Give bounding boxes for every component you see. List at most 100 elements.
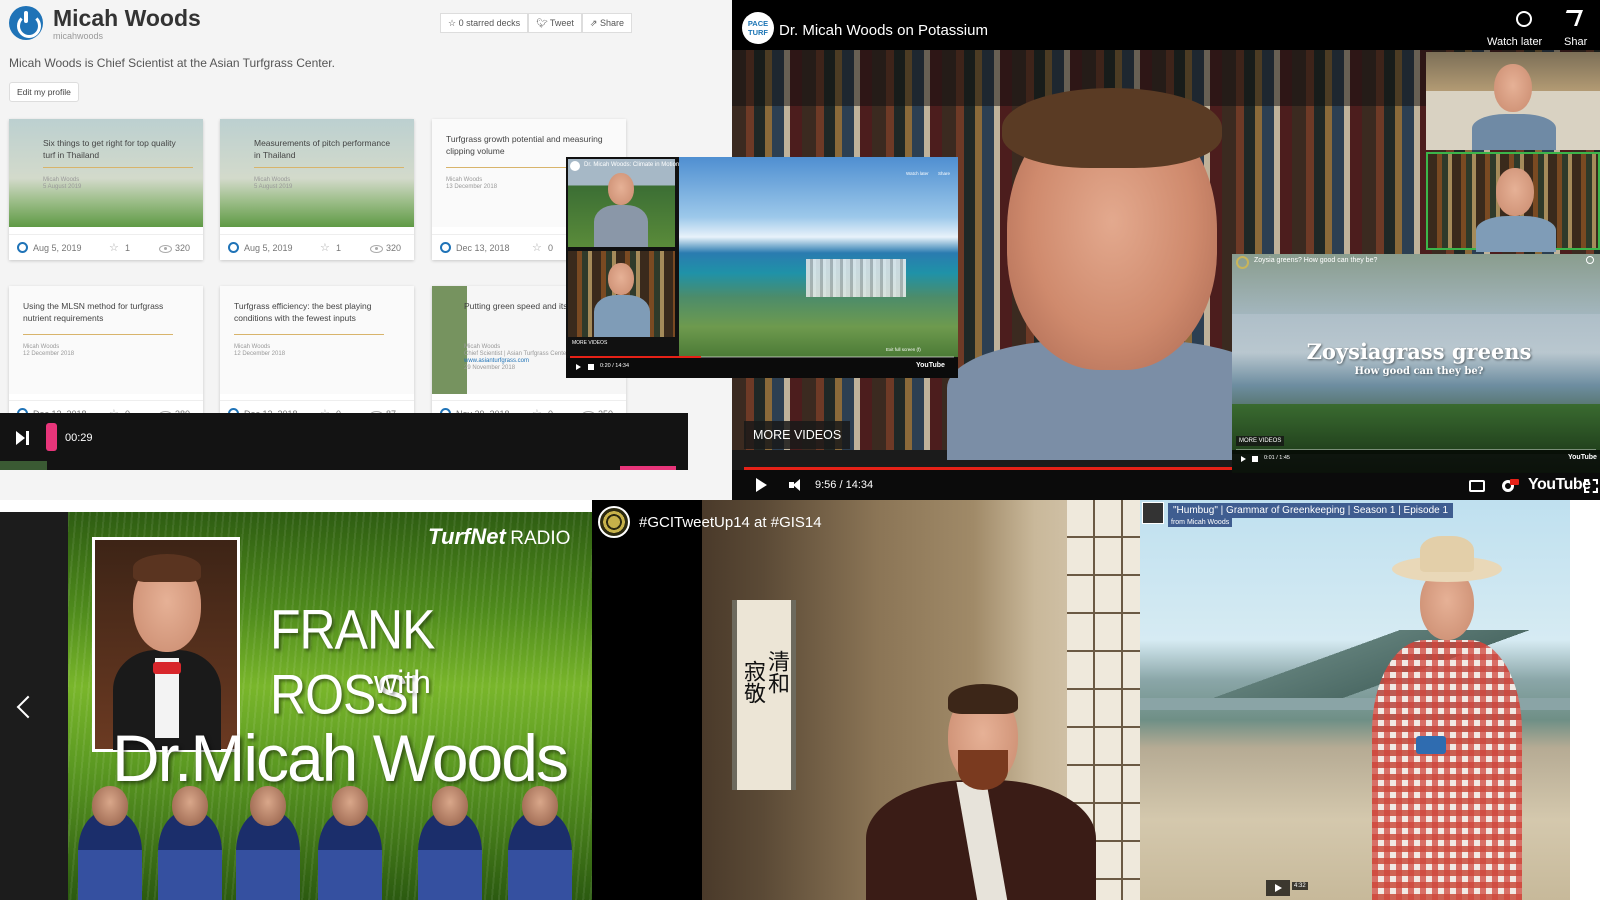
zoysia-video-player[interactable]: Zoysia greens? How good can they be? Zoy… <box>1232 254 1600 473</box>
more-videos-button[interactable]: MORE VIDEOS <box>744 421 851 449</box>
dancer-figure <box>318 786 382 900</box>
exit-fullscreen-icon[interactable] <box>1584 479 1598 493</box>
humbug-from[interactable]: from Micah Woods <box>1168 518 1233 527</box>
deck-subdate: 5 August 2019 <box>254 184 293 190</box>
gci-channel-logo[interactable] <box>598 506 630 538</box>
play-icon[interactable] <box>576 364 581 370</box>
volume-icon[interactable] <box>588 364 594 370</box>
starred-decks-button[interactable]: ☆ 0 starred decks <box>440 13 529 33</box>
deck-star-count: 0 <box>548 243 554 253</box>
share-label[interactable]: Shar <box>1564 36 1587 48</box>
profile-handle[interactable]: micahwoods <box>53 31 103 41</box>
video-title[interactable]: Dr. Micah Woods on Potassium <box>779 22 988 39</box>
deck-author: Micah Woods <box>446 177 483 183</box>
star-icon[interactable]: ☆ <box>532 241 542 254</box>
turfnet-brand: TurfNet RADIO <box>428 524 570 550</box>
views-eye-icon <box>159 245 172 253</box>
watch-later-label[interactable]: Watch later <box>906 171 929 176</box>
channel-logo-icon[interactable] <box>1236 256 1249 269</box>
deck-star-count: 1 <box>125 243 131 253</box>
held-device <box>1416 736 1446 754</box>
share-label[interactable]: Share <box>938 171 950 176</box>
profile-actions: ☆ 0 starred decks 🐦︎ Tweet ⇗ Share <box>440 13 633 33</box>
audio-scrubber-handle[interactable] <box>46 423 57 451</box>
scroll-calligraphy-right: 清和 <box>764 650 789 694</box>
channel-avatar[interactable] <box>1142 502 1164 524</box>
zoysia-header[interactable]: Zoysia greens? How good can they be? <box>1254 257 1377 264</box>
watch-later-label[interactable]: Watch later <box>1487 36 1542 48</box>
cowboy-hat-crown <box>1420 536 1474 572</box>
tweetup-video-player[interactable]: 清和 寂敬 #GCITweetUp14 at #GIS14 <box>592 500 1140 900</box>
speakerdeck-logo-icon <box>440 242 451 253</box>
deck-meta: Micah Woods Chief Scientist | Asian Turfg… <box>464 344 568 372</box>
speakerdeck-logo-icon[interactable] <box>9 6 43 40</box>
youtube-logo[interactable]: YouTube <box>1568 454 1597 461</box>
participant-shirt <box>594 295 650 337</box>
share-button[interactable]: ⇗ Share <box>581 13 633 33</box>
deck-meta: Micah Woods 5 August 2019 <box>43 177 81 191</box>
participant-face <box>608 263 634 295</box>
turfnet-radio-slide: TurfNet RADIO FRANK ROSSI with Dr.Micah … <box>0 512 592 900</box>
deck-title: Turfgrass growth potential and measuring… <box>446 134 603 156</box>
play-icon[interactable] <box>1241 456 1246 462</box>
scroll-calligraphy-left: 寂敬 <box>740 660 765 704</box>
clock-icon[interactable] <box>1516 11 1532 27</box>
deck-title: Measurements of pitch performance in Tha… <box>254 138 391 160</box>
humbug-title[interactable]: "Humbug" | Grammar of Greenkeeping | Sea… <box>1168 503 1454 518</box>
volume-icon[interactable] <box>1252 456 1258 462</box>
youtube-logo[interactable]: YouTube <box>916 362 945 369</box>
clock-icon[interactable] <box>1586 256 1594 264</box>
deck-star-count: 1 <box>336 243 342 253</box>
deck-footer: Aug 5, 2019 ☆ 1 320 <box>9 234 203 260</box>
deck-author: Micah Woods <box>43 177 80 183</box>
channel-logo-icon[interactable] <box>570 161 580 171</box>
more-videos-button[interactable]: MORE VIDEOS <box>1236 436 1285 446</box>
youtube-logo[interactable]: YouTube <box>1528 476 1591 494</box>
dancer-figure <box>508 786 572 900</box>
deck-thumbnail[interactable] <box>220 119 414 227</box>
star-icon[interactable]: ☆ <box>109 241 119 254</box>
control-bar <box>1232 450 1600 473</box>
deck-thumbnail[interactable] <box>9 119 203 227</box>
right-gutter <box>1570 500 1600 900</box>
climate-video-player[interactable]: Dr. Micah Woods: Climate in Motion Watch… <box>566 157 958 378</box>
dancer-figure <box>158 786 222 900</box>
deck-card[interactable]: Measurements of pitch performance in Tha… <box>220 119 414 260</box>
with-label: with <box>374 664 431 700</box>
profile-bio: Micah Woods is Chief Scientist at the As… <box>9 56 335 70</box>
humbug-video-player[interactable]: "Humbug" | Grammar of Greenkeeping | Sea… <box>1140 500 1570 900</box>
climate-title[interactable]: Dr. Micah Woods: Climate in Motion <box>584 162 679 168</box>
deck-card[interactable]: Using the MLSN method for turfgrass nutr… <box>9 286 203 426</box>
views-eye-icon <box>370 245 383 253</box>
deck-meta: Micah Woods 12 December 2018 <box>23 344 74 358</box>
deck-view-count: 320 <box>386 243 402 253</box>
volume-icon[interactable] <box>789 479 803 491</box>
deck-website: www.asianturfgrass.com <box>464 358 530 364</box>
tweet-button[interactable]: 🐦︎ Tweet <box>528 13 582 33</box>
more-videos-button[interactable]: MORE VIDEOS <box>572 340 607 346</box>
camera-tile-books <box>568 251 675 337</box>
profile-name: Micah Woods <box>53 5 201 31</box>
city-buildings <box>806 259 906 297</box>
previous-slide-chevron-icon[interactable] <box>16 695 40 719</box>
edit-profile-button[interactable]: Edit my profile <box>9 82 79 102</box>
video-time: 0:01 / 1:45 <box>1264 455 1290 461</box>
deck-title: Using the MLSN method for turfgrass nutr… <box>23 301 164 323</box>
pace-turf-channel-logo[interactable]: PACE TURF <box>742 12 774 44</box>
deck-card[interactable]: Six things to get right for top quality … <box>9 119 203 260</box>
deck-date: Aug 5, 2019 <box>244 243 293 253</box>
participant-face <box>1494 64 1532 112</box>
star-icon[interactable]: ☆ <box>320 241 330 254</box>
skip-next-icon[interactable] <box>16 431 25 445</box>
turfnet-artwork: TurfNet RADIO FRANK ROSSI with Dr.Micah … <box>68 512 592 900</box>
settings-gear-icon[interactable] <box>1501 479 1519 493</box>
camera-tile-office <box>1426 52 1600 150</box>
audio-time: 00:29 <box>65 432 93 444</box>
play-button[interactable] <box>1266 880 1290 896</box>
turfnet-brand-radio: RADIO <box>510 528 571 549</box>
deck-card[interactable]: Turfgrass efficiency: the best playing c… <box>220 286 414 426</box>
play-icon[interactable] <box>756 478 767 492</box>
captions-icon[interactable] <box>1469 480 1485 492</box>
video-duration: 4:32 <box>1292 882 1308 890</box>
tweetup-title[interactable]: #GCITweetUp14 at #GIS14 <box>639 514 822 531</box>
